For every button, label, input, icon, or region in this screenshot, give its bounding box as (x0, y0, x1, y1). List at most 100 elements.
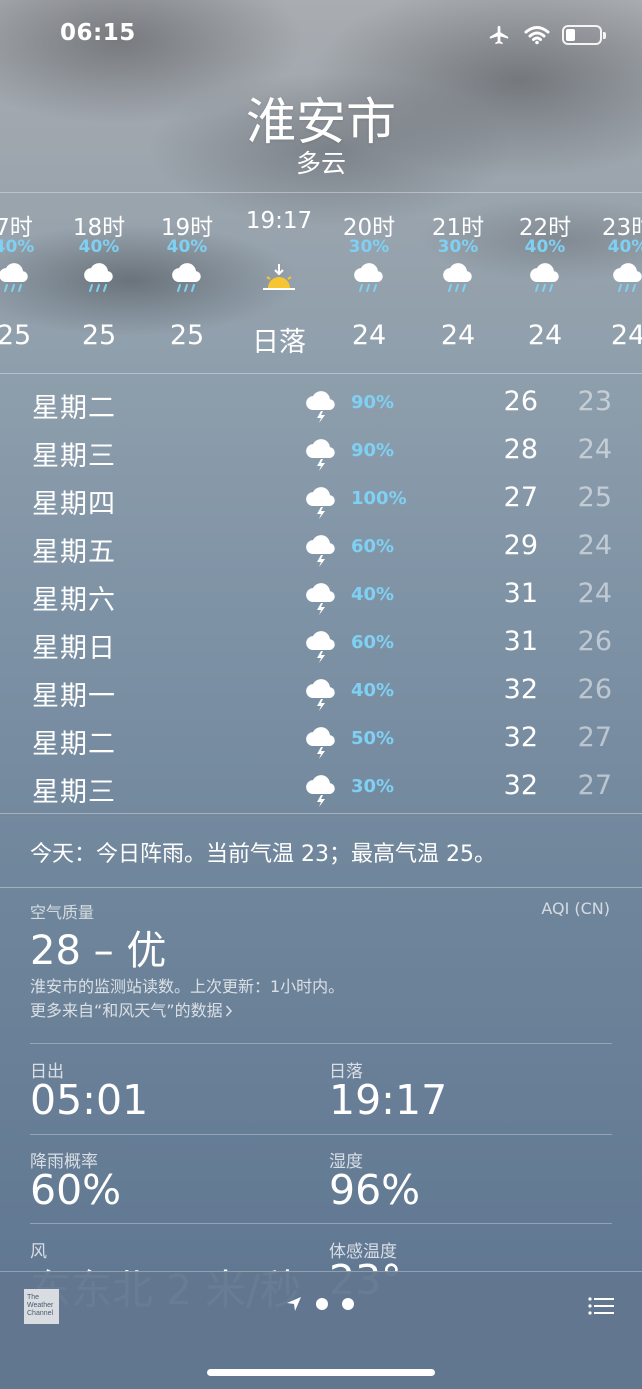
day-low-temp: 24 (577, 578, 612, 609)
daily-row: 星期六 40% 31 24 (0, 572, 642, 620)
hour-precip-chance: 40% (0, 237, 35, 257)
divider (30, 1134, 612, 1135)
rain-cloud-icon (172, 263, 201, 292)
rain-cloud-icon (443, 263, 472, 292)
thunderstorm-icon (306, 727, 335, 759)
daily-row: 星期二 50% 32 27 (0, 716, 642, 764)
day-high-temp: 29 (503, 530, 538, 561)
hour-temperature: 24 (610, 320, 642, 351)
day-name: 星期三 (32, 777, 116, 808)
day-name: 星期四 (32, 489, 116, 520)
day-name: 星期二 (32, 729, 116, 760)
day-name: 星期五 (32, 537, 116, 568)
thunderstorm-icon (306, 583, 335, 615)
divider (0, 373, 642, 374)
hour-precip-chance: 40% (166, 237, 208, 257)
hour-temperature: 25 (169, 320, 205, 351)
day-precip-chance: 40% (351, 584, 395, 605)
bottom-toolbar: The Weather Channel (0, 1271, 642, 1389)
sunrise-value: 05:01 (30, 1076, 149, 1124)
airplane-icon (489, 25, 509, 45)
day-precip-chance: 30% (351, 776, 395, 797)
daily-row: 星期一 40% 32 26 (0, 668, 642, 716)
humidity-value: 96% (329, 1166, 421, 1214)
rain-cloud-icon (613, 263, 642, 292)
page-dot[interactable] (342, 1298, 354, 1310)
day-precip-chance: 40% (351, 680, 395, 701)
day-name: 星期一 (32, 681, 116, 712)
daily-row: 星期五 60% 29 24 (0, 524, 642, 572)
hour-temperature: 24 (527, 320, 563, 351)
daily-row: 星期三 30% 32 27 (0, 764, 642, 812)
battery-icon (562, 25, 606, 45)
day-high-temp: 27 (503, 482, 538, 513)
status-icons (486, 24, 606, 46)
daily-row: 星期日 60% 31 26 (0, 620, 642, 668)
day-precip-chance: 60% (351, 632, 395, 653)
today-summary: 今天：今日阵雨。当前气温 23；最高气温 25。 (30, 842, 496, 867)
daily-row: 星期四 100% 27 25 (0, 476, 642, 524)
sunset-value: 19:17 (329, 1076, 448, 1124)
day-precip-chance: 90% (351, 392, 395, 413)
hour-precip-chance: 30% (348, 237, 390, 257)
page-indicator[interactable] (286, 1296, 354, 1312)
divider (30, 1223, 612, 1224)
air-quality-value: 28 – 优 (30, 928, 167, 974)
day-high-temp: 31 (503, 578, 538, 609)
day-high-temp: 26 (503, 386, 538, 417)
source-link-label: 更多来自“和风天气”的数据 (30, 1001, 223, 1020)
thunderstorm-icon (306, 775, 335, 807)
status-time: 06:15 (60, 20, 136, 46)
hourly-forecast[interactable]: 7时40%2518时40%2519时40%2519:17日落20时30%2421… (0, 192, 642, 372)
thunderstorm-icon (306, 439, 335, 471)
day-low-temp: 24 (577, 530, 612, 561)
day-low-temp: 24 (577, 434, 612, 465)
wifi-icon (524, 26, 550, 45)
current-condition: 多云 (295, 149, 346, 178)
rain-chance-value: 60% (30, 1166, 122, 1214)
day-name: 星期二 (32, 393, 116, 424)
day-low-temp: 26 (577, 674, 612, 705)
air-quality-source-link[interactable]: 更多来自“和风天气”的数据 (30, 997, 233, 1021)
day-precip-chance: 50% (351, 728, 395, 749)
page-dot[interactable] (316, 1298, 328, 1310)
thunderstorm-icon (306, 391, 335, 423)
divider (30, 1043, 612, 1044)
thunderstorm-icon (306, 535, 335, 567)
hour-precip-chance: 30% (437, 237, 479, 257)
air-quality-note: 淮安市的监测站读数。上次更新：1小时内。 (30, 977, 345, 996)
hour-precip-chance: 40% (524, 237, 566, 257)
hour-temperature: 25 (81, 320, 117, 351)
day-low-temp: 26 (577, 626, 612, 657)
day-low-temp: 23 (577, 386, 612, 417)
day-name: 星期日 (32, 633, 116, 664)
location-arrow-icon (287, 1297, 301, 1311)
day-high-temp: 32 (503, 722, 538, 753)
day-high-temp: 28 (503, 434, 538, 465)
day-high-temp: 32 (503, 674, 538, 705)
rain-cloud-icon (354, 263, 383, 292)
hour-precip-chance: 40% (607, 237, 642, 257)
home-indicator[interactable] (207, 1369, 435, 1376)
divider (0, 813, 642, 814)
day-precip-chance: 90% (351, 440, 395, 461)
daily-row: 星期二 90% 26 23 (0, 380, 642, 428)
hour-temperature: 日落 (252, 327, 306, 358)
rain-cloud-icon (530, 263, 559, 292)
hour-temperature: 25 (0, 320, 32, 351)
hour-label: 19:17 (245, 208, 313, 234)
day-precip-chance: 100% (351, 488, 407, 509)
rain-cloud-icon (0, 263, 28, 292)
hour-temperature: 24 (440, 320, 476, 351)
divider (0, 887, 642, 888)
daily-row: 星期三 90% 28 24 (0, 428, 642, 476)
chevron-right-icon (225, 1005, 232, 1017)
day-low-temp: 27 (577, 770, 612, 801)
day-name: 星期三 (32, 441, 116, 472)
sunset-icon (263, 264, 295, 290)
day-high-temp: 31 (503, 626, 538, 657)
day-low-temp: 27 (577, 722, 612, 753)
weather-channel-logo[interactable]: The Weather Channel (24, 1289, 59, 1324)
list-icon[interactable] (588, 1296, 614, 1316)
aqi-standard: AQI (CN) (541, 899, 610, 918)
